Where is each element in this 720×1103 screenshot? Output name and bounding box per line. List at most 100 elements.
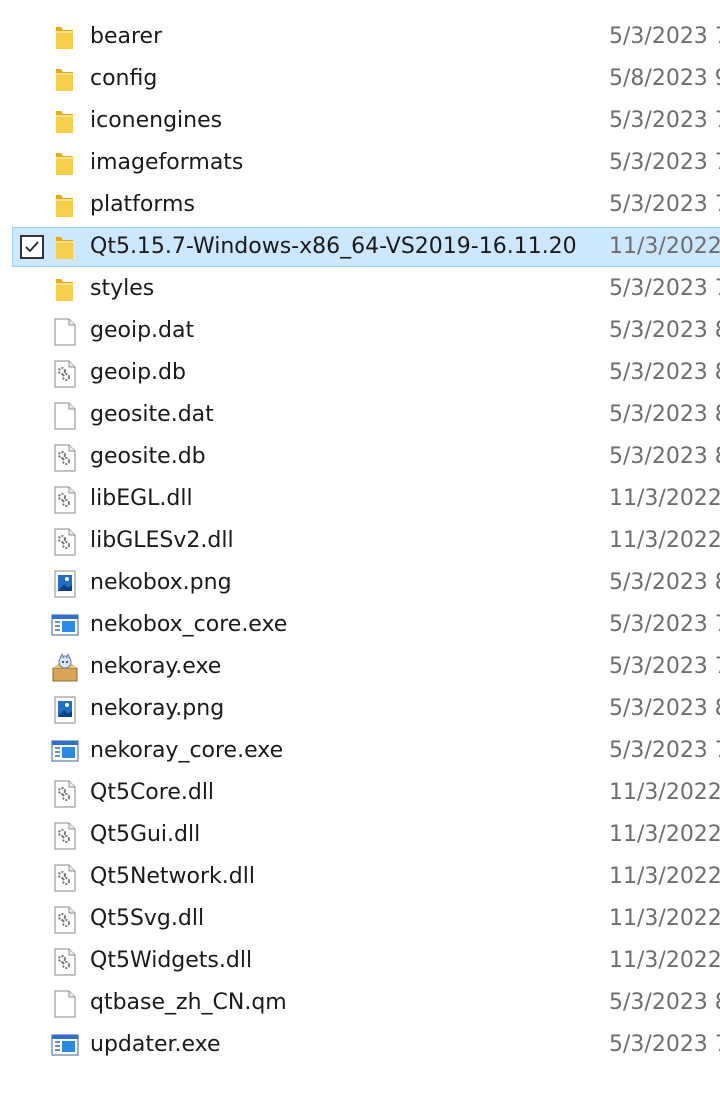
image-file-icon <box>50 695 80 725</box>
date-modified: 11/3/2022 <box>609 906 720 931</box>
exe-window-icon <box>50 611 80 641</box>
date-modified: 11/3/2022 <box>609 234 720 259</box>
date-modified: 11/3/2022 <box>609 780 720 805</box>
file-row[interactable]: nekoray.exe 5/3/2023 7 <box>0 646 720 688</box>
file-row[interactable]: nekoray.png 5/3/2023 8 <box>0 688 720 730</box>
file-name[interactable]: platforms <box>90 192 195 218</box>
settings-file-icon <box>50 779 80 809</box>
nekoray-app-icon <box>50 653 80 683</box>
file-name[interactable]: nekoray_core.exe <box>90 738 283 764</box>
date-modified: 5/3/2023 7 <box>609 738 720 763</box>
date-modified: 5/3/2023 8 <box>609 570 720 595</box>
file-name[interactable]: nekobox.png <box>90 570 232 596</box>
file-row[interactable]: geosite.dat 5/3/2023 8 <box>0 394 720 436</box>
file-name[interactable]: config <box>90 66 157 92</box>
file-name[interactable]: Qt5.15.7-Windows-x86_64-VS2019-16.11.20 <box>90 234 577 260</box>
file-row[interactable]: nekoray_core.exe 5/3/2023 7 <box>0 730 720 772</box>
date-modified: 5/3/2023 7 <box>609 24 720 49</box>
settings-file-icon <box>50 863 80 893</box>
date-modified: 5/3/2023 8 <box>609 990 720 1015</box>
file-name[interactable]: qtbase_zh_CN.qm <box>90 990 287 1016</box>
file-row[interactable]: bearer 5/3/2023 7 <box>0 16 720 58</box>
settings-file-icon <box>50 485 80 515</box>
folder-icon <box>50 191 80 221</box>
date-modified: 5/3/2023 8 <box>609 360 720 385</box>
date-modified: 5/3/2023 7 <box>609 108 720 133</box>
file-name[interactable]: imageformats <box>90 150 243 176</box>
file-row[interactable]: nekobox.png 5/3/2023 8 <box>0 562 720 604</box>
date-modified: 5/3/2023 7 <box>609 1032 720 1057</box>
file-list: bearer 5/3/2023 7 config 5/8/2023 9 iconengi… <box>0 16 720 1066</box>
file-row[interactable]: nekobox_core.exe 5/3/2023 7 <box>0 604 720 646</box>
file-row[interactable]: libGLESv2.dll 11/3/2022 <box>0 520 720 562</box>
date-modified: 5/3/2023 7 <box>609 612 720 637</box>
file-name[interactable]: geosite.dat <box>90 402 214 428</box>
date-modified: 5/3/2023 7 <box>609 276 720 301</box>
settings-file-icon <box>50 905 80 935</box>
image-file-icon <box>50 569 80 599</box>
folder-icon <box>50 107 80 137</box>
file-row[interactable]: Qt5Widgets.dll 11/3/2022 <box>0 940 720 982</box>
date-modified: 11/3/2022 <box>609 822 720 847</box>
file-name[interactable]: updater.exe <box>90 1032 221 1058</box>
file-name[interactable]: libGLESv2.dll <box>90 528 234 554</box>
file-row[interactable]: Qt5.15.7-Windows-x86_64-VS2019-16.11.20 1… <box>0 226 720 268</box>
date-modified: 5/3/2023 8 <box>609 444 720 469</box>
file-name[interactable]: Qt5Svg.dll <box>90 906 204 932</box>
file-row[interactable]: geosite.db 5/3/2023 8 <box>0 436 720 478</box>
file-row[interactable]: platforms 5/3/2023 7 <box>0 184 720 226</box>
date-modified: 5/3/2023 8 <box>609 402 720 427</box>
file-row[interactable]: imageformats 5/3/2023 7 <box>0 142 720 184</box>
folder-icon <box>50 23 80 53</box>
settings-file-icon <box>50 359 80 389</box>
date-modified: 5/3/2023 7 <box>609 192 720 217</box>
settings-file-icon <box>50 443 80 473</box>
file-name[interactable]: Qt5Network.dll <box>90 864 255 890</box>
file-name[interactable]: geosite.db <box>90 444 206 470</box>
file-name[interactable]: bearer <box>90 24 162 50</box>
file-name[interactable]: nekobox_core.exe <box>90 612 287 638</box>
file-name[interactable]: nekoray.png <box>90 696 224 722</box>
file-name[interactable]: iconengines <box>90 108 222 134</box>
file-row[interactable]: Qt5Svg.dll 11/3/2022 <box>0 898 720 940</box>
file-row[interactable]: updater.exe 5/3/2023 7 <box>0 1024 720 1066</box>
folder-icon <box>50 65 80 95</box>
file-row[interactable]: iconengines 5/3/2023 7 <box>0 100 720 142</box>
file-name[interactable]: geoip.db <box>90 360 186 386</box>
file-row[interactable]: libEGL.dll 11/3/2022 <box>0 478 720 520</box>
file-name[interactable]: libEGL.dll <box>90 486 193 512</box>
settings-file-icon <box>50 527 80 557</box>
date-modified: 5/3/2023 8 <box>609 318 720 343</box>
file-name[interactable]: geoip.dat <box>90 318 194 344</box>
date-modified: 5/8/2023 9 <box>609 66 720 91</box>
date-modified: 5/3/2023 7 <box>609 150 720 175</box>
file-row[interactable]: styles 5/3/2023 7 <box>0 268 720 310</box>
folder-icon <box>50 275 80 305</box>
file-row[interactable]: geoip.db 5/3/2023 8 <box>0 352 720 394</box>
row-checkbox[interactable] <box>20 235 44 259</box>
file-name[interactable]: Qt5Core.dll <box>90 780 214 806</box>
date-modified: 11/3/2022 <box>609 864 720 889</box>
file-row[interactable]: geoip.dat 5/3/2023 8 <box>0 310 720 352</box>
settings-file-icon <box>50 821 80 851</box>
date-modified: 11/3/2022 <box>609 948 720 973</box>
file-row[interactable]: qtbase_zh_CN.qm 5/3/2023 8 <box>0 982 720 1024</box>
file-row[interactable]: config 5/8/2023 9 <box>0 58 720 100</box>
file-row[interactable]: Qt5Gui.dll 11/3/2022 <box>0 814 720 856</box>
file-row[interactable]: Qt5Core.dll 11/3/2022 <box>0 772 720 814</box>
folder-icon <box>50 233 80 263</box>
date-modified: 5/3/2023 8 <box>609 696 720 721</box>
exe-window-icon <box>50 1031 80 1061</box>
blank-file-icon <box>50 401 80 431</box>
file-name[interactable]: nekoray.exe <box>90 654 221 680</box>
date-modified: 11/3/2022 <box>609 486 720 511</box>
blank-file-icon <box>50 317 80 347</box>
file-row[interactable]: Qt5Network.dll 11/3/2022 <box>0 856 720 898</box>
file-name[interactable]: styles <box>90 276 154 302</box>
blank-file-icon <box>50 989 80 1019</box>
file-name[interactable]: Qt5Gui.dll <box>90 822 200 848</box>
date-modified: 5/3/2023 7 <box>609 654 720 679</box>
folder-icon <box>50 149 80 179</box>
exe-window-icon <box>50 737 80 767</box>
file-name[interactable]: Qt5Widgets.dll <box>90 948 252 974</box>
